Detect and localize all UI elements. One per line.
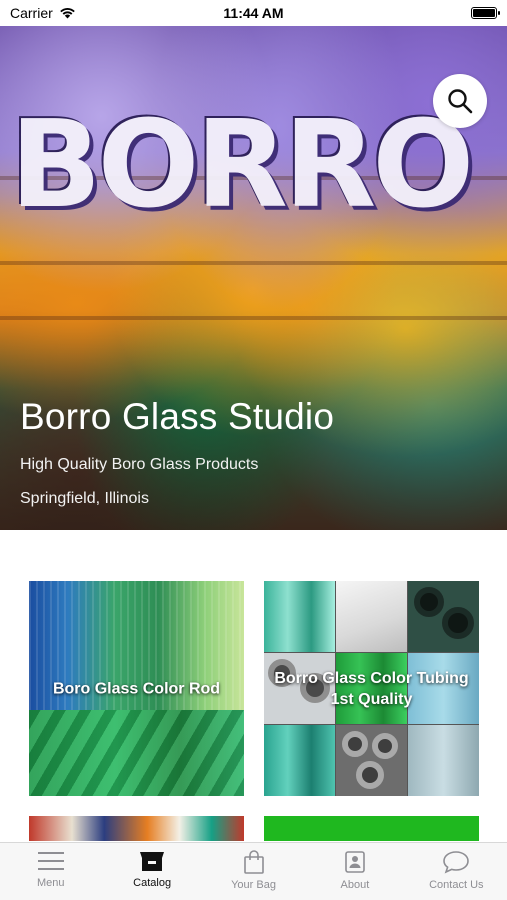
bag-icon [243, 850, 264, 874]
category-label: Boro Glass Color Rod [52, 680, 221, 697]
graffiti-artwork: BORRO [10, 96, 474, 235]
tab-label: Catalog [133, 877, 172, 889]
catalog-box-icon [140, 852, 165, 871]
studio-subtitle: High Quality Boro Glass Products [20, 456, 259, 473]
tab-about[interactable]: About [304, 843, 405, 900]
category-tile-color-rod[interactable]: Boro Glass Color Rod [29, 581, 244, 796]
search-button[interactable] [433, 74, 487, 128]
clock: 11:44 AM [223, 5, 284, 21]
studio-title: Borro Glass Studio [20, 396, 335, 437]
tab-label: Contact Us [429, 879, 484, 891]
category-label: Borro Glass Color Tubing 1st Quality [274, 669, 469, 708]
category-tile-partial[interactable] [29, 816, 244, 841]
status-bar: Carrier 11:44 AM [0, 0, 507, 26]
tab-bar: Menu Catalog Your Bag About Contact Us [0, 842, 507, 900]
hero-banner: BORRO Borro Glass Studio High Quality Bo… [0, 26, 507, 530]
studio-location: Springfield, Illinois [20, 490, 149, 507]
battery-icon [471, 7, 500, 19]
search-icon [448, 89, 473, 114]
tab-contact-us[interactable]: Contact Us [406, 843, 507, 900]
tab-your-bag[interactable]: Your Bag [203, 843, 304, 900]
tab-label: Menu [36, 877, 65, 889]
tab-menu[interactable]: Menu [0, 843, 101, 900]
category-tile-color-tubing[interactable]: Borro Glass Color Tubing 1st Quality [264, 581, 479, 796]
tab-label: Your Bag [231, 879, 276, 891]
category-tile-partial[interactable] [264, 816, 479, 841]
tab-label: About [340, 879, 370, 891]
chat-bubble-icon [443, 851, 470, 874]
tab-catalog[interactable]: Catalog [101, 843, 202, 900]
about-person-icon [345, 851, 365, 873]
menu-icon [37, 852, 64, 870]
